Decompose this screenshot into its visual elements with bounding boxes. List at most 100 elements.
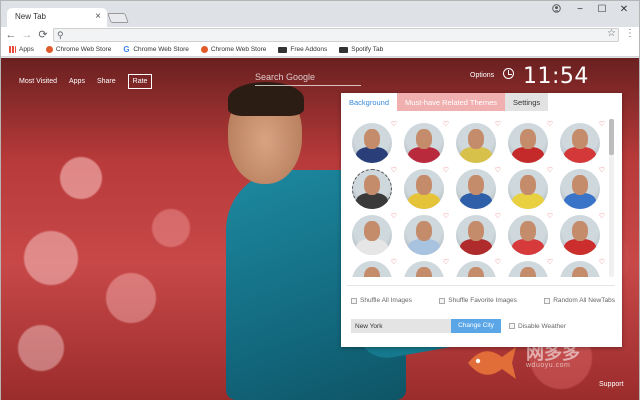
checkbox-box[interactable]	[509, 323, 515, 329]
google-g-icon: G	[123, 45, 130, 54]
player-face	[416, 175, 432, 195]
background-thumbnail[interactable]	[508, 169, 548, 209]
background-thumbnail[interactable]	[508, 261, 548, 277]
favorite-heart-icon[interactable]: ♡	[547, 212, 553, 220]
background-thumbnail[interactable]	[508, 123, 548, 163]
account-icon[interactable]	[547, 4, 565, 16]
background-thumbnail[interactable]	[404, 261, 444, 277]
background-thumbnail[interactable]	[456, 261, 496, 277]
most-visited-link[interactable]: Most Visited	[19, 78, 57, 85]
favorite-heart-icon[interactable]: ♡	[599, 258, 605, 266]
address-bar[interactable]: ⚲	[53, 28, 619, 42]
tab-close-icon[interactable]: ×	[95, 11, 101, 22]
tab-new-tab[interactable]: New Tab ×	[7, 8, 107, 27]
chrome-store-icon	[45, 46, 53, 53]
favorite-heart-icon[interactable]: ♡	[547, 120, 553, 128]
bookmark-spotify-tab[interactable]: Spotify Tab	[339, 46, 383, 53]
background-thumbnail[interactable]	[352, 169, 392, 209]
forward-arrow-icon[interactable]: →	[21, 28, 33, 42]
thumbnail-cell: ♡	[503, 165, 555, 211]
clock-icon[interactable]	[503, 68, 514, 79]
rate-button[interactable]: Rate	[127, 74, 153, 89]
player-hair	[228, 82, 304, 116]
shuffle-favorite-images-checkbox[interactable]: Shuffle Favorite Images	[439, 297, 517, 304]
favorite-heart-icon[interactable]: ♡	[391, 212, 397, 220]
maximize-button[interactable]: ☐	[593, 4, 611, 15]
favorite-heart-icon[interactable]: ♡	[495, 212, 501, 220]
background-thumbnail[interactable]	[560, 215, 600, 255]
city-input[interactable]	[351, 319, 451, 333]
favorite-heart-icon[interactable]: ♡	[495, 120, 501, 128]
favorite-heart-icon[interactable]: ♡	[495, 166, 501, 174]
thumbnail-cell: ♡	[503, 257, 555, 277]
apps-link[interactable]: Apps	[69, 78, 85, 85]
shuffle-options: Shuffle All Images Shuffle Favorite Imag…	[351, 297, 615, 304]
favorite-heart-icon[interactable]: ♡	[599, 120, 605, 128]
support-link[interactable]: Support	[599, 381, 624, 388]
favorite-heart-icon[interactable]: ♡	[599, 166, 605, 174]
share-link[interactable]: Share	[97, 78, 116, 85]
favorite-heart-icon[interactable]: ♡	[443, 166, 449, 174]
favorite-heart-icon[interactable]: ♡	[495, 258, 501, 266]
menu-dots-icon[interactable]: ⋮	[625, 28, 635, 39]
background-thumbnail[interactable]	[560, 123, 600, 163]
background-thumbnail[interactable]	[352, 215, 392, 255]
bookmark-chrome-web-store[interactable]: Chrome Web Store	[200, 46, 266, 53]
close-window-button[interactable]: ✕	[615, 4, 633, 15]
favorite-heart-icon[interactable]: ♡	[391, 120, 397, 128]
bookmark-apps[interactable]: Apps	[9, 46, 34, 53]
player-kit	[460, 147, 492, 163]
checkbox-box[interactable]	[351, 297, 357, 304]
grid-scrollbar[interactable]	[609, 119, 614, 277]
favorite-heart-icon[interactable]: ♡	[391, 258, 397, 266]
search-google-input[interactable]: Search Google	[255, 70, 361, 86]
options-button[interactable]: Options	[470, 72, 494, 79]
player-face	[364, 267, 380, 277]
background-thumbnail[interactable]	[456, 169, 496, 209]
checkbox-box[interactable]	[439, 297, 446, 304]
thumbnail-cell: ♡	[451, 119, 503, 165]
tab-background[interactable]: Background	[341, 93, 398, 111]
background-thumbnail[interactable]	[560, 169, 600, 209]
favorite-heart-icon[interactable]: ♡	[547, 258, 553, 266]
background-thumbnail[interactable]	[352, 261, 392, 277]
tab-must-have-related-themes[interactable]: Must-have Related Themes	[397, 93, 506, 111]
player-face	[416, 221, 432, 241]
reload-icon[interactable]: ⟳	[37, 28, 49, 42]
bookmark-chrome-web-store[interactable]: Chrome Web Store	[45, 46, 111, 53]
bookmark-free-addons[interactable]: Free Addons	[278, 46, 327, 53]
addons-icon	[278, 46, 288, 53]
player-face	[468, 129, 484, 149]
scrollbar-thumb[interactable]	[609, 119, 614, 155]
bookmark-chrome-web-store[interactable]: G Chrome Web Store	[123, 45, 189, 54]
change-city-button[interactable]: Change City	[451, 319, 501, 333]
minimize-button[interactable]: −	[571, 4, 589, 15]
background-thumbnail[interactable]	[560, 261, 600, 277]
random-all-newtabs-checkbox[interactable]: Random All NewTabs	[544, 297, 615, 304]
player-face	[416, 267, 432, 277]
background-thumbnail[interactable]	[404, 215, 444, 255]
background-thumbnail[interactable]	[456, 123, 496, 163]
back-arrow-icon[interactable]: ←	[5, 28, 17, 42]
favorite-heart-icon[interactable]: ♡	[443, 120, 449, 128]
favorite-heart-icon[interactable]: ♡	[599, 212, 605, 220]
disable-weather-checkbox[interactable]: Disable Weather	[509, 323, 566, 330]
tab-settings[interactable]: Settings	[505, 93, 549, 111]
background-thumbnail[interactable]	[508, 215, 548, 255]
background-thumbnail[interactable]	[352, 123, 392, 163]
background-thumbnail[interactable]	[404, 123, 444, 163]
thumbnail-cell: ♡	[399, 165, 451, 211]
tab-strip: New Tab × − ☐ ✕	[1, 1, 639, 27]
bookmark-star-icon[interactable]: ☆	[607, 28, 616, 39]
shuffle-all-images-checkbox[interactable]: Shuffle All Images	[351, 297, 412, 304]
background-thumbnail[interactable]	[404, 169, 444, 209]
thumbnail-cell: ♡	[503, 211, 555, 257]
favorite-heart-icon[interactable]: ♡	[443, 258, 449, 266]
favorite-heart-icon[interactable]: ♡	[391, 166, 397, 174]
background-thumbnail[interactable]	[456, 215, 496, 255]
favorite-heart-icon[interactable]: ♡	[547, 166, 553, 174]
new-tab-button[interactable]	[107, 13, 129, 23]
player-face	[572, 175, 588, 195]
favorite-heart-icon[interactable]: ♡	[443, 212, 449, 220]
checkbox-box[interactable]	[544, 297, 551, 304]
